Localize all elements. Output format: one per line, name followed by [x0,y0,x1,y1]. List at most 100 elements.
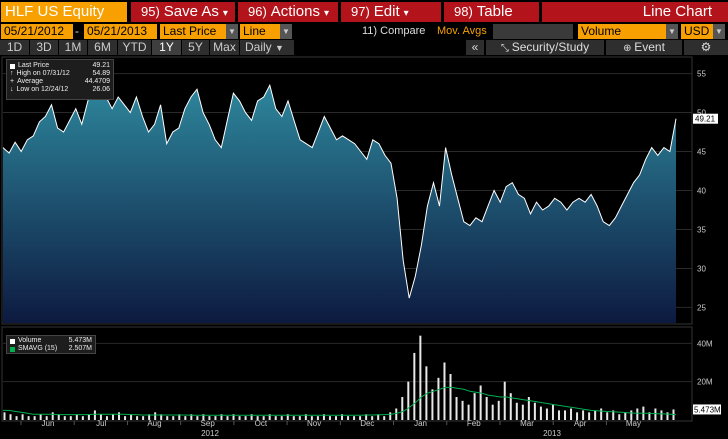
volume-bar [461,400,464,420]
volume-bar [21,414,24,420]
price-legend[interactable]: Last Price 49.21 ↑ High on 07/31/12 54.89 +… [6,59,114,100]
volume-bar [172,416,175,420]
edit-arrow: ▾ [403,8,409,19]
table-button[interactable]: 98) Table [444,2,539,22]
month-tick-label: Feb [467,419,481,428]
edit-number: 97) [351,4,370,19]
volume-bar [479,385,482,420]
year-tick-label: 2013 [543,429,561,438]
volume-bar [491,404,494,420]
settings-icon[interactable]: ⚙ [684,40,728,55]
month-tick-label: Nov [307,419,321,428]
month-tick-label: Apr [574,419,587,428]
volume-bar [69,416,72,420]
mov-avgs-button[interactable]: Mov. Avgs [437,24,487,39]
low-icon: ↓ [10,86,14,93]
smavg-label: SMAVG (15) [18,345,58,352]
end-date-field[interactable]: 05/21/2013 [84,24,157,39]
average-value: 44.4709 [84,78,110,85]
security-study-label: Security/Study [511,40,590,54]
price-tick-label: 35 [697,225,706,234]
last-volume-tag-label: 5.473M [694,405,721,414]
save-as-number: 95) [141,4,160,19]
start-date-field[interactable]: 05/21/2012 [1,24,73,39]
volume-bar [570,408,573,420]
volume-bar [600,408,603,420]
actions-number: 96) [248,4,267,19]
compare-button[interactable]: 11) Compare [362,24,425,39]
volume-bar [136,416,139,420]
smavg-swatch [10,346,15,352]
average-icon: + [10,78,15,85]
period-3d[interactable]: 3D [30,40,59,55]
period-ytd[interactable]: YTD [118,40,152,55]
volume-bar [449,374,452,420]
period-1m[interactable]: 1M [59,40,88,55]
volume-bar [118,412,121,420]
volume-tick-label: 20M [697,378,713,387]
frequency-dropdown-icon: ▼ [275,43,284,53]
volume-bar [226,416,229,420]
period-max[interactable]: Max [210,40,240,55]
frequency-select[interactable]: Daily ▼ [240,40,295,55]
volume-bar [280,416,283,420]
range-bar: 05/21/2012 - 05/21/2013 Last Price ▼ Lin… [0,23,728,40]
table-label: Table [476,3,513,20]
volume-bar [142,416,145,420]
chart-type-title[interactable]: Line Chart [542,2,728,22]
price-tick-label: 40 [697,187,706,196]
volume-bar [455,397,458,420]
actions-button[interactable]: 96) Actions ▾ [238,2,338,22]
collapse-icon[interactable]: « [466,40,484,55]
save-as-button[interactable]: 95) Save As ▾ [131,2,235,22]
volume-bar [124,416,127,420]
volume-value: 5.473M [68,337,92,344]
lower-chart-select[interactable]: Volume [578,24,666,39]
style-select[interactable]: Line [240,24,280,39]
period-5y[interactable]: 5Y [182,40,210,55]
edit-button[interactable]: 97) Edit ▾ [341,2,441,22]
volume-bar [660,410,663,420]
period-6m[interactable]: 6M [88,40,118,55]
volume-label: Volume [18,337,42,344]
event-button[interactable]: ⊕ Event [606,40,682,55]
volume-bar [166,416,169,420]
mov-avgs-field[interactable] [493,24,573,39]
price-tick-label: 30 [697,264,706,273]
volume-bar [401,397,404,420]
date-separator-icon: - [75,24,79,38]
volume-bar [413,352,416,420]
volume-bar [395,408,398,420]
volume-bar [443,362,446,420]
period-1y[interactable]: 1Y [152,40,182,55]
price-volume-chart[interactable]: 2530354045505549.21 20M40M5.473M Jun Jul A… [0,55,728,439]
field-select[interactable]: Last Price [160,24,226,39]
price-tick-label: 55 [697,70,706,79]
currency-select[interactable]: USD [681,24,713,39]
average-label: Average [17,78,44,85]
month-tick-label: May [626,419,641,428]
security-study-button[interactable]: ⤡ Security/Study [486,40,604,55]
volume-bar [545,408,548,420]
volume-tick-label: 40M [697,339,713,348]
month-tick-label: Oct [255,419,268,428]
volume-bar [57,414,60,420]
field-dropdown-icon[interactable]: ▼ [226,24,238,39]
month-tick-label: Jun [42,419,55,428]
volume-legend[interactable]: Volume 5.473M SMAVG (15) 2.507M [6,335,96,354]
security-field[interactable]: HLF US Equity [1,2,127,22]
volume-bar [551,404,554,420]
price-tick-label: 25 [697,303,706,312]
volume-bar [389,412,392,420]
edit-label: Edit [373,3,400,20]
style-dropdown-icon[interactable]: ▼ [280,24,292,39]
volume-bar [606,412,609,420]
period-1d[interactable]: 1D [0,40,30,55]
currency-dropdown-icon[interactable]: ▼ [713,24,725,39]
period-bar: 1D 3D 1M 6M YTD 1Y 5Y Max Daily ▼ « ⤡ Se… [0,40,728,55]
volume-bar [485,397,488,420]
volume-bar [244,416,247,420]
volume-bar [334,416,337,420]
lower-chart-dropdown-icon[interactable]: ▼ [666,24,678,39]
volume-bar [63,416,66,420]
